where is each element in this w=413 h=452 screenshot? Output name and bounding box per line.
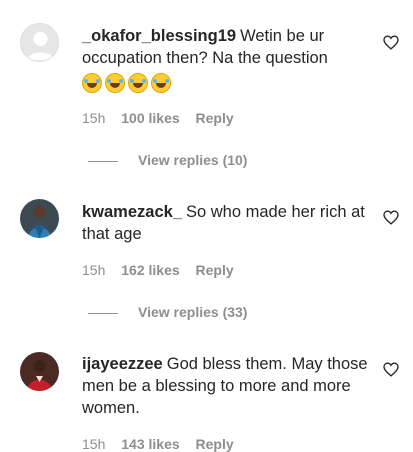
comment-meta: 15h 100 likes Reply bbox=[82, 110, 246, 126]
comment-meta: 15h 143 likes Reply bbox=[82, 436, 246, 452]
laughing-emoji-icon bbox=[82, 72, 102, 93]
emoji-row bbox=[82, 71, 372, 93]
comment-meta: 15h 162 likes Reply bbox=[82, 262, 246, 278]
comment-text: _okafor_blessing19 Wetin be ur occupation… bbox=[82, 25, 372, 93]
comment-item: kwamezack_ So who made her rich at that a… bbox=[0, 190, 413, 340]
comment-time: 15h bbox=[82, 436, 106, 452]
laughing-emoji-icon bbox=[105, 72, 125, 93]
laughing-emoji-icon bbox=[151, 72, 171, 93]
comment-time: 15h bbox=[82, 262, 106, 278]
like-heart-icon[interactable] bbox=[383, 35, 399, 50]
likes-count[interactable]: 162 likes bbox=[121, 262, 179, 278]
comment-username[interactable]: ijayeezzee bbox=[82, 355, 163, 373]
avatar[interactable] bbox=[20, 23, 59, 62]
reply-button[interactable]: Reply bbox=[196, 262, 234, 278]
view-replies-button[interactable]: View replies (33) bbox=[88, 304, 247, 320]
laughing-emoji-icon bbox=[128, 72, 148, 93]
comment-text: kwamezack_ So who made her rich at that a… bbox=[82, 201, 372, 245]
comment-username[interactable]: kwamezack_ bbox=[82, 203, 182, 221]
reply-button[interactable]: Reply bbox=[196, 436, 234, 452]
avatar[interactable] bbox=[20, 352, 59, 391]
reply-button[interactable]: Reply bbox=[196, 110, 234, 126]
comment-item: _okafor_blessing19 Wetin be ur occupation… bbox=[0, 0, 413, 190]
comment-text: ijayeezzee God bless them. May those men … bbox=[82, 353, 372, 419]
default-avatar-icon bbox=[27, 32, 54, 60]
avatar[interactable] bbox=[20, 199, 59, 238]
comment-item: ijayeezzee God bless them. May those men … bbox=[0, 340, 413, 452]
like-heart-icon[interactable] bbox=[383, 210, 399, 225]
divider-line bbox=[88, 160, 118, 162]
user-photo-icon bbox=[20, 199, 59, 238]
view-replies-label: View replies (10) bbox=[138, 152, 248, 168]
likes-count[interactable]: 100 likes bbox=[121, 110, 179, 126]
comment-time: 15h bbox=[82, 110, 106, 126]
divider-line bbox=[88, 312, 118, 314]
likes-count[interactable]: 143 likes bbox=[121, 436, 179, 452]
like-heart-icon[interactable] bbox=[383, 362, 399, 377]
view-replies-button[interactable]: View replies (10) bbox=[88, 152, 247, 168]
user-photo-icon bbox=[20, 352, 59, 391]
view-replies-label: View replies (33) bbox=[138, 304, 248, 320]
comment-username[interactable]: _okafor_blessing19 bbox=[82, 27, 236, 45]
